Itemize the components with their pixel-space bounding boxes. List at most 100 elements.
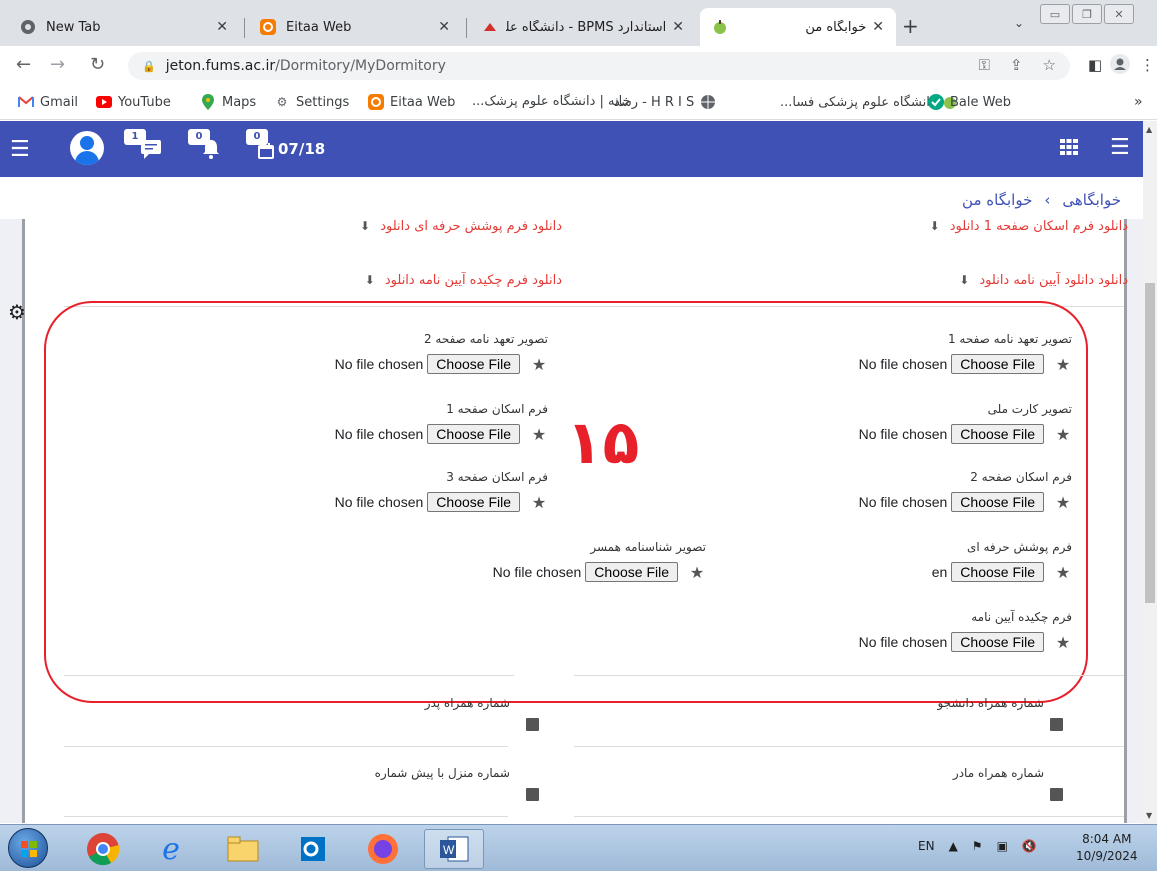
file-input[interactable]: No file chosen Choose File xyxy=(335,354,520,374)
bookmark-youtube[interactable]: YouTube xyxy=(96,94,171,110)
bell-icon[interactable] xyxy=(202,139,220,164)
bookmark-home-university[interactable]: خانه | دانشگاه علوم پزشک... xyxy=(472,94,631,109)
back-icon[interactable]: ← xyxy=(16,54,31,75)
language-indicator[interactable]: EN xyxy=(918,839,935,853)
more-menu-icon[interactable]: ⋮ xyxy=(1140,56,1155,74)
start-button[interactable] xyxy=(8,828,48,868)
flag-icon[interactable]: ⚑ xyxy=(972,839,983,853)
forward-icon[interactable]: → xyxy=(50,54,65,75)
reload-icon[interactable]: ↻ xyxy=(90,54,105,75)
close-icon[interactable]: ✕ xyxy=(672,19,684,35)
restore-button[interactable]: ❐ xyxy=(1072,4,1102,24)
choose-file-button[interactable]: Choose File xyxy=(427,424,520,444)
bookmark-settings[interactable]: ⚙ Settings xyxy=(274,94,350,110)
file-input[interactable]: No file chosen Choose File xyxy=(859,632,1044,652)
taskbar-chrome[interactable] xyxy=(76,829,130,869)
profile-icon[interactable] xyxy=(1110,54,1130,78)
address-bar[interactable]: 🔒 jeton.fums.ac.ir/Dormitory/MyDormitory… xyxy=(128,52,1070,80)
file-input[interactable]: No file chosen Choose File xyxy=(335,424,520,444)
new-tab-button[interactable]: + xyxy=(902,14,919,38)
choose-file-button[interactable]: Choose File xyxy=(585,562,678,582)
download-icon[interactable]: ⬇ xyxy=(360,219,370,233)
choose-file-button[interactable]: Choose File xyxy=(951,424,1044,444)
required-star-icon: ★ xyxy=(1055,632,1071,652)
required-star-icon: ★ xyxy=(531,354,547,374)
volume-muted-icon[interactable]: 🔇 xyxy=(1022,839,1037,853)
taskbar-file-explorer[interactable] xyxy=(216,829,270,869)
bookmark-eitaa[interactable]: Eitaa Web xyxy=(368,94,455,110)
key-icon[interactable]: ⚿ xyxy=(979,56,990,74)
tab-separator xyxy=(466,18,467,38)
minimize-button[interactable]: ▭ xyxy=(1040,4,1070,24)
share-icon[interactable]: ⇪ xyxy=(1010,56,1023,74)
divider xyxy=(64,816,508,817)
close-icon[interactable]: ✕ xyxy=(872,19,884,35)
bookmark-maps[interactable]: Maps xyxy=(200,94,256,110)
choose-file-button[interactable]: Choose File xyxy=(951,354,1044,374)
settings-gear-icon[interactable]: ⚙ xyxy=(8,300,26,324)
tab-search-dropdown-icon[interactable]: ⌄ xyxy=(1014,16,1024,30)
star-bookmark-icon[interactable]: ☆ xyxy=(1043,56,1056,74)
tab-my-dormitory[interactable]: ✕ خوابگاه من xyxy=(700,8,896,46)
note-icon[interactable] xyxy=(526,718,539,731)
tab-bpms[interactable]: ✕ استاندارد BPMS - دانشگاه علوم xyxy=(470,8,696,46)
right-menu-icon[interactable]: ☰ xyxy=(1110,135,1130,160)
side-panel-icon[interactable]: ◧ xyxy=(1088,56,1102,74)
choose-file-button[interactable]: Choose File xyxy=(951,632,1044,652)
hamburger-menu-icon[interactable]: ☰ xyxy=(10,137,30,162)
download-icon[interactable]: ⬇ xyxy=(930,219,940,233)
file-input[interactable]: No file chosen Choose File xyxy=(859,354,1044,374)
more-bookmarks-icon[interactable]: » xyxy=(1134,94,1143,110)
scroll-down-icon[interactable]: ▼ xyxy=(1146,811,1152,820)
breadcrumb-dormitory[interactable]: خوابگاهی xyxy=(1062,191,1121,209)
tab-eitaa[interactable]: Eitaa Web ✕ xyxy=(248,8,462,46)
file-input[interactable]: en Choose File xyxy=(932,562,1044,582)
download-link[interactable]: دانلود xyxy=(376,219,410,234)
choose-file-button[interactable]: Choose File xyxy=(427,492,520,512)
taskbar-internet-explorer[interactable]: e xyxy=(144,829,198,869)
bookmark-hris[interactable]: H R I S - رشد xyxy=(614,94,716,110)
file-input[interactable]: No file chosen Choose File xyxy=(493,562,678,582)
file-input[interactable]: No file chosen Choose File xyxy=(859,492,1044,512)
divider xyxy=(64,746,508,747)
note-icon[interactable] xyxy=(1050,718,1063,731)
avatar[interactable] xyxy=(70,131,104,165)
download-label: دانلود دانلود آیین نامه xyxy=(1013,273,1128,288)
note-icon[interactable] xyxy=(526,788,539,801)
chat-icon[interactable] xyxy=(140,139,162,164)
clock[interactable]: 8:04 AM 10/9/2024 xyxy=(1076,831,1138,865)
taskbar-outlook[interactable] xyxy=(286,829,340,869)
scroll-up-icon[interactable]: ▲ xyxy=(1146,125,1152,134)
download-icon[interactable]: ⬇ xyxy=(959,273,969,287)
apps-grid-icon[interactable] xyxy=(1060,139,1078,160)
vertical-scrollbar[interactable]: ▲ ▼ xyxy=(1143,121,1157,824)
upload-national-card: تصویر کارت ملی ★ No file chosen Choose F… xyxy=(812,402,1072,444)
download-link[interactable]: دانلود xyxy=(975,273,1009,288)
annotation-number: ۱۵ xyxy=(566,408,640,478)
scrollbar-thumb[interactable] xyxy=(1145,283,1155,603)
taskbar-firefox[interactable] xyxy=(356,829,410,869)
calendar-icon[interactable] xyxy=(258,143,274,164)
file-input[interactable]: No file chosen Choose File xyxy=(335,492,520,512)
bookmark-gmail[interactable]: Gmail xyxy=(18,94,78,110)
network-icon[interactable]: ▣ xyxy=(997,839,1008,853)
note-icon[interactable] xyxy=(1050,788,1063,801)
download-link[interactable]: دانلود xyxy=(946,219,980,234)
bookmark-label: YouTube xyxy=(118,94,171,110)
download-icon[interactable]: ⬇ xyxy=(365,273,375,287)
breadcrumb: خوابگاهی › خوابگاه من xyxy=(0,177,1143,219)
download-link[interactable]: دانلود xyxy=(381,273,415,288)
file-input[interactable]: No file chosen Choose File xyxy=(859,424,1044,444)
bookmark-bale[interactable]: Bale Web xyxy=(928,94,1011,110)
show-hidden-icons-icon[interactable]: ▲ xyxy=(949,839,958,853)
close-icon[interactable]: ✕ xyxy=(216,19,228,35)
close-window-button[interactable]: ✕ xyxy=(1104,4,1134,24)
taskbar-word[interactable]: W xyxy=(424,829,484,869)
field-label: فرم اسکان صفحه 3 xyxy=(446,470,548,484)
choose-file-button[interactable]: Choose File xyxy=(951,492,1044,512)
tab-new-tab[interactable]: New Tab ✕ xyxy=(8,8,240,46)
choose-file-button[interactable]: Choose File xyxy=(427,354,520,374)
download-label: دانلود فرم چکیده آیین نامه xyxy=(418,273,562,288)
close-icon[interactable]: ✕ xyxy=(438,19,450,35)
choose-file-button[interactable]: Choose File xyxy=(951,562,1044,582)
